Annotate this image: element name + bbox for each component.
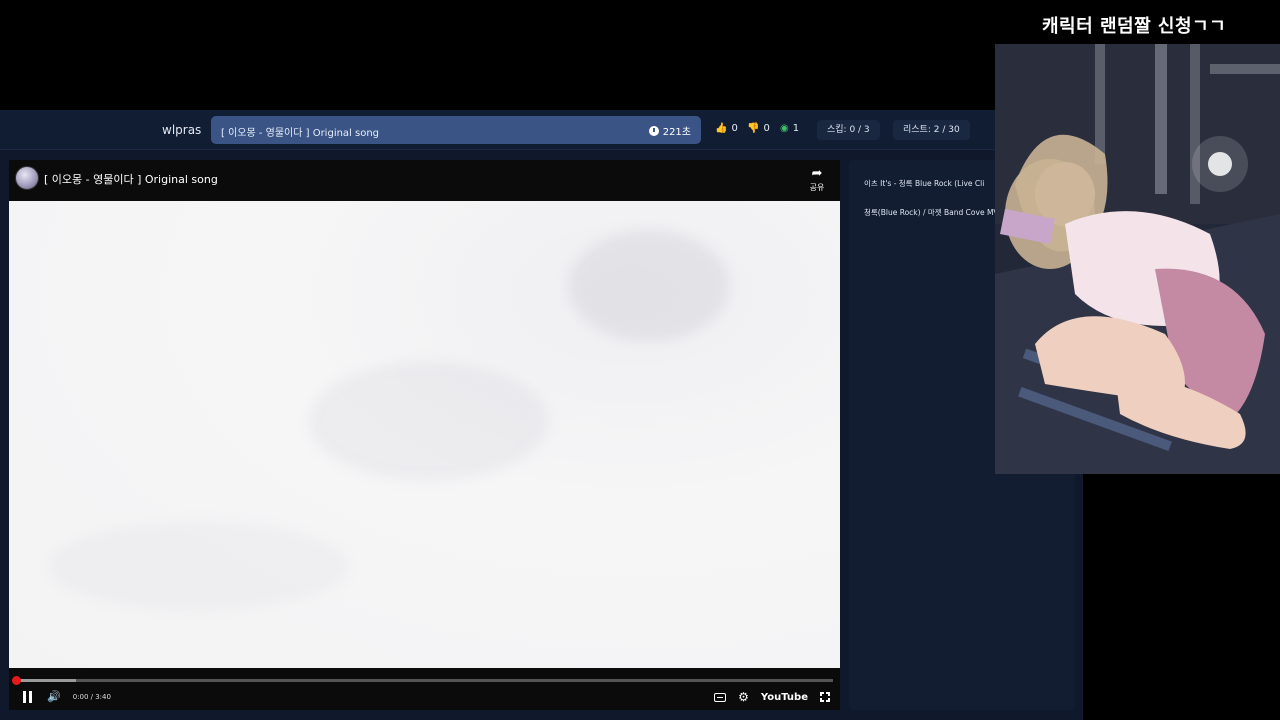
channel-avatar[interactable]: [15, 166, 39, 190]
current-song-title: [ 이오몽 - 영물이다 ] Original song: [221, 128, 380, 139]
subtitles-icon[interactable]: [714, 692, 727, 702]
progress-handle[interactable]: [12, 676, 21, 685]
eye-icon: ◉: [780, 123, 789, 134]
volume-icon[interactable]: 🔊: [47, 690, 61, 703]
pause-icon[interactable]: [23, 690, 35, 703]
thumbs-up-icon: 👍: [715, 123, 728, 134]
current-song-field[interactable]: [ 이오몽 - 영물이다 ] Original song 221초: [211, 116, 701, 144]
username[interactable]: wlpras: [162, 123, 201, 137]
fullscreen-icon[interactable]: [820, 692, 830, 702]
share-button[interactable]: ➦ 공유: [805, 166, 829, 193]
youtube-logo[interactable]: YouTube: [761, 692, 808, 703]
video-texture: [569, 231, 729, 341]
list-chip[interactable]: 리스트: 2 / 30: [893, 120, 970, 140]
dislike-button[interactable]: 👎 0: [747, 123, 770, 134]
clock-icon: [648, 125, 659, 136]
video-title[interactable]: [ 이오몽 - 영물이다 ] Original song: [44, 171, 218, 187]
top-bar: wlpras [ 이오몽 - 영물이다 ] Original song 221초…: [0, 110, 1083, 150]
share-label: 공유: [809, 183, 825, 192]
video-frame[interactable]: [9, 201, 840, 668]
player-controls: 🔊 0:00 / 3:40 ⚙ YouTube: [9, 668, 840, 710]
song-duration: 221초: [648, 123, 691, 138]
like-button[interactable]: 👍 0: [715, 123, 738, 134]
share-icon: ➦: [811, 166, 823, 181]
time-readout: 0:00 / 3:40: [72, 692, 111, 701]
viewer-count-text: 1: [792, 123, 800, 134]
skip-chip[interactable]: 스킵: 0 / 3: [817, 120, 880, 140]
controls-right: ⚙ YouTube: [714, 690, 830, 704]
progress-bar[interactable]: [12, 676, 833, 685]
character-illustration: [995, 44, 1280, 474]
overlay-title: 캐릭터 랜덤짤 신청ㄱㄱ: [1042, 16, 1227, 37]
settings-gear-icon[interactable]: ⚙: [738, 690, 749, 704]
video-texture: [49, 521, 349, 611]
screen: 캐릭터 랜덤짤 신청ㄱㄱ wlpras [ 이오몽 - 영물이다 ] Origi…: [0, 0, 1280, 720]
video-player[interactable]: [ 이오몽 - 영물이다 ] Original song ➦ 공유 �: [9, 160, 840, 710]
thumbs-down-icon: 👎: [747, 123, 760, 134]
dislike-count: 0: [763, 123, 770, 134]
controls-left: 🔊 0:00 / 3:40: [23, 690, 111, 703]
viewer-count: ◉ 1: [780, 123, 799, 134]
buffer-bar: [16, 679, 76, 682]
like-count: 0: [731, 123, 738, 134]
app-window: wlpras [ 이오몽 - 영물이다 ] Original song 221초…: [0, 110, 1083, 720]
song-duration-text: 221초: [662, 127, 691, 138]
player-header: [ 이오몽 - 영물이다 ] Original song ➦ 공유: [9, 160, 840, 201]
video-texture: [309, 361, 549, 481]
character-image-overlay: [995, 44, 1280, 474]
